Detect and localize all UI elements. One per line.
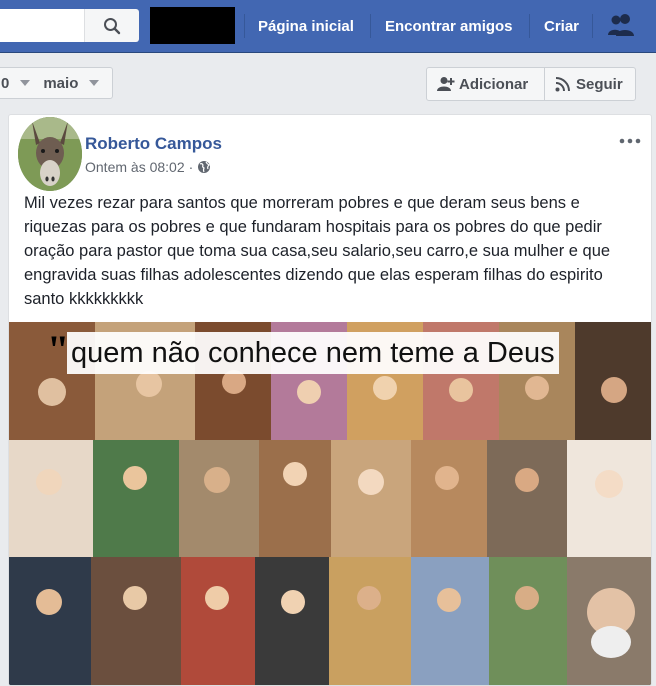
chevron-down-icon bbox=[89, 80, 100, 86]
timeline-subbar: 0 maio Adicionar Seguir bbox=[0, 53, 656, 113]
search-input[interactable] bbox=[0, 9, 84, 42]
post-options-button[interactable] bbox=[619, 127, 641, 150]
saints-collage-image bbox=[9, 322, 651, 685]
author-name[interactable]: Roberto Campos bbox=[85, 134, 222, 154]
globe-icon[interactable] bbox=[197, 160, 211, 174]
search-icon bbox=[104, 17, 121, 34]
nav-home[interactable]: Página inicial bbox=[258, 0, 354, 53]
donkey-avatar-image bbox=[18, 117, 82, 191]
search-button[interactable] bbox=[84, 9, 139, 42]
follow-label: Seguir bbox=[576, 75, 623, 93]
profile-actions: Adicionar Seguir bbox=[426, 67, 636, 101]
nav-divider bbox=[370, 14, 371, 38]
nav-divider bbox=[244, 14, 245, 38]
timeline-post: Roberto Campos Ontem às 08:02 · Mil veze… bbox=[8, 114, 652, 686]
post-meta: Ontem às 08:02 · bbox=[85, 159, 211, 175]
nav-find-friends[interactable]: Encontrar amigos bbox=[385, 0, 513, 53]
author-avatar[interactable] bbox=[18, 117, 82, 191]
image-caption: quem não conhece nem teme a Deus bbox=[67, 332, 559, 374]
top-navigation-bar: Página inicial Encontrar amigos Criar bbox=[0, 0, 656, 53]
friend-requests-icon[interactable] bbox=[606, 12, 636, 43]
date-filter[interactable]: 0 maio bbox=[0, 67, 113, 99]
post-timestamp[interactable]: Ontem às 08:02 bbox=[85, 159, 185, 175]
add-friend-button[interactable]: Adicionar bbox=[427, 68, 544, 100]
more-options-icon bbox=[619, 138, 641, 144]
collage-row-3 bbox=[9, 557, 651, 685]
add-friend-icon bbox=[437, 77, 455, 91]
year-select-value: 0 bbox=[1, 74, 10, 92]
caption-quote-mark: " bbox=[47, 327, 70, 372]
post-text: Mil vezes rezar para santos que morreram… bbox=[24, 194, 611, 308]
nav-divider bbox=[592, 14, 593, 38]
meta-separator: · bbox=[188, 159, 194, 175]
nav-divider bbox=[529, 14, 530, 38]
month-select-value: maio bbox=[43, 74, 79, 92]
redacted-profile[interactable] bbox=[150, 7, 235, 44]
chevron-down-icon bbox=[20, 80, 31, 86]
post-image[interactable]: " quem não conhece nem teme a Deus bbox=[9, 322, 651, 685]
nav-create[interactable]: Criar bbox=[544, 0, 579, 53]
collage-row-2 bbox=[9, 440, 651, 557]
add-friend-label: Adicionar bbox=[459, 75, 529, 93]
follow-button[interactable]: Seguir bbox=[544, 68, 633, 100]
rss-icon bbox=[555, 76, 570, 91]
